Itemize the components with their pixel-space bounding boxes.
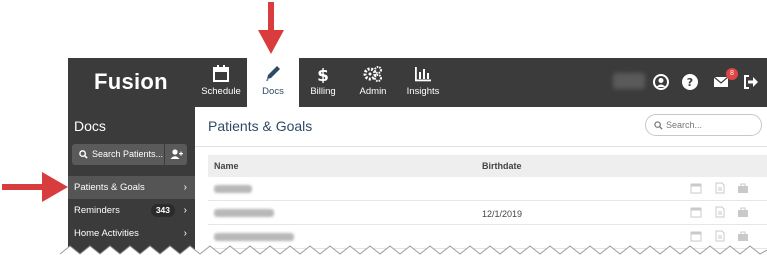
add-patient-button[interactable] — [165, 144, 187, 165]
logout-icon[interactable] — [742, 73, 760, 91]
user-name-redacted — [613, 73, 645, 89]
chevron-right-icon: › — [183, 182, 187, 193]
calendar-icon — [213, 65, 229, 82]
search-patients-button[interactable]: Search Patients... — [72, 144, 164, 165]
document-icon[interactable] — [714, 206, 726, 218]
search-icon — [79, 150, 88, 159]
column-header-birthdate: Birthdate — [482, 161, 522, 171]
dollar-icon: $ — [317, 66, 329, 83]
column-header-name: Name — [214, 161, 239, 171]
add-user-icon — [170, 149, 183, 159]
search-input[interactable]: Search... — [645, 114, 762, 136]
table-row[interactable] — [208, 177, 767, 201]
patient-name-redacted[interactable] — [214, 209, 274, 217]
search-icon — [654, 121, 663, 130]
row-actions — [690, 206, 758, 220]
nav-admin[interactable]: Admin — [347, 58, 399, 107]
top-navigation: Fusion Schedule Docs $ Billing Admin Ins… — [68, 58, 767, 107]
gears-icon — [363, 66, 382, 82]
annotation-arrow-right — [2, 172, 68, 202]
table-header: Name Birthdate — [208, 155, 767, 177]
birthdate-cell: 12/1/2019 — [482, 209, 523, 219]
nav-docs-label: Docs — [262, 86, 284, 97]
divider — [195, 146, 767, 147]
app-window: Fusion Schedule Docs $ Billing Admin Ins… — [68, 58, 767, 261]
sidebar-item-label: Patients & Goals — [74, 182, 145, 193]
nav-docs[interactable]: Docs — [247, 58, 299, 107]
page-title: Patients & Goals — [208, 118, 313, 134]
reminders-count-badge: 343 — [150, 204, 175, 217]
sidebar-item-patients-goals[interactable]: Patients & Goals › — [68, 176, 195, 199]
nav-schedule-label: Schedule — [201, 86, 241, 97]
search-patients-label: Search Patients... — [92, 149, 164, 159]
patients-table: Name Birthdate 12/1/2019 — [208, 155, 767, 249]
patient-name-redacted[interactable] — [214, 185, 252, 193]
nav-admin-label: Admin — [359, 86, 387, 97]
briefcase-icon[interactable] — [737, 206, 749, 218]
sidebar-item-label: Home Activities — [74, 228, 139, 239]
user-icon[interactable] — [652, 73, 670, 91]
svg-text:?: ? — [687, 76, 693, 89]
svg-text:$: $ — [317, 66, 329, 83]
calendar-icon[interactable] — [690, 182, 702, 194]
app-logo: Fusion — [94, 69, 168, 94]
row-actions — [690, 182, 758, 196]
bar-chart-icon — [415, 67, 431, 82]
briefcase-icon[interactable] — [737, 182, 749, 194]
nav-billing[interactable]: $ Billing — [297, 58, 349, 107]
nav-insights[interactable]: Insights — [397, 58, 449, 107]
annotation-arrow-down — [258, 2, 284, 54]
nav-schedule[interactable]: Schedule — [195, 58, 247, 107]
notification-badge: 8 — [726, 68, 738, 80]
help-icon[interactable]: ? — [681, 73, 699, 91]
sidebar: Docs Search Patients... Patients & Goals… — [68, 107, 195, 261]
nav-insights-label: Insights — [406, 86, 440, 97]
sidebar-item-reminders[interactable]: Reminders 343 › — [68, 199, 195, 222]
nav-billing-label: Billing — [310, 86, 336, 97]
calendar-icon[interactable] — [690, 206, 702, 218]
main-content: Patients & Goals Search... Name Birthdat… — [195, 107, 767, 261]
pencil-icon — [266, 66, 280, 81]
sidebar-item-label: Reminders — [74, 205, 120, 216]
search-placeholder: Search... — [666, 120, 703, 130]
document-icon[interactable] — [714, 182, 726, 194]
table-row[interactable]: 12/1/2019 — [208, 201, 767, 225]
torn-edge-decoration — [60, 245, 767, 261]
chevron-right-icon: › — [183, 205, 187, 216]
sidebar-title: Docs — [74, 118, 106, 134]
